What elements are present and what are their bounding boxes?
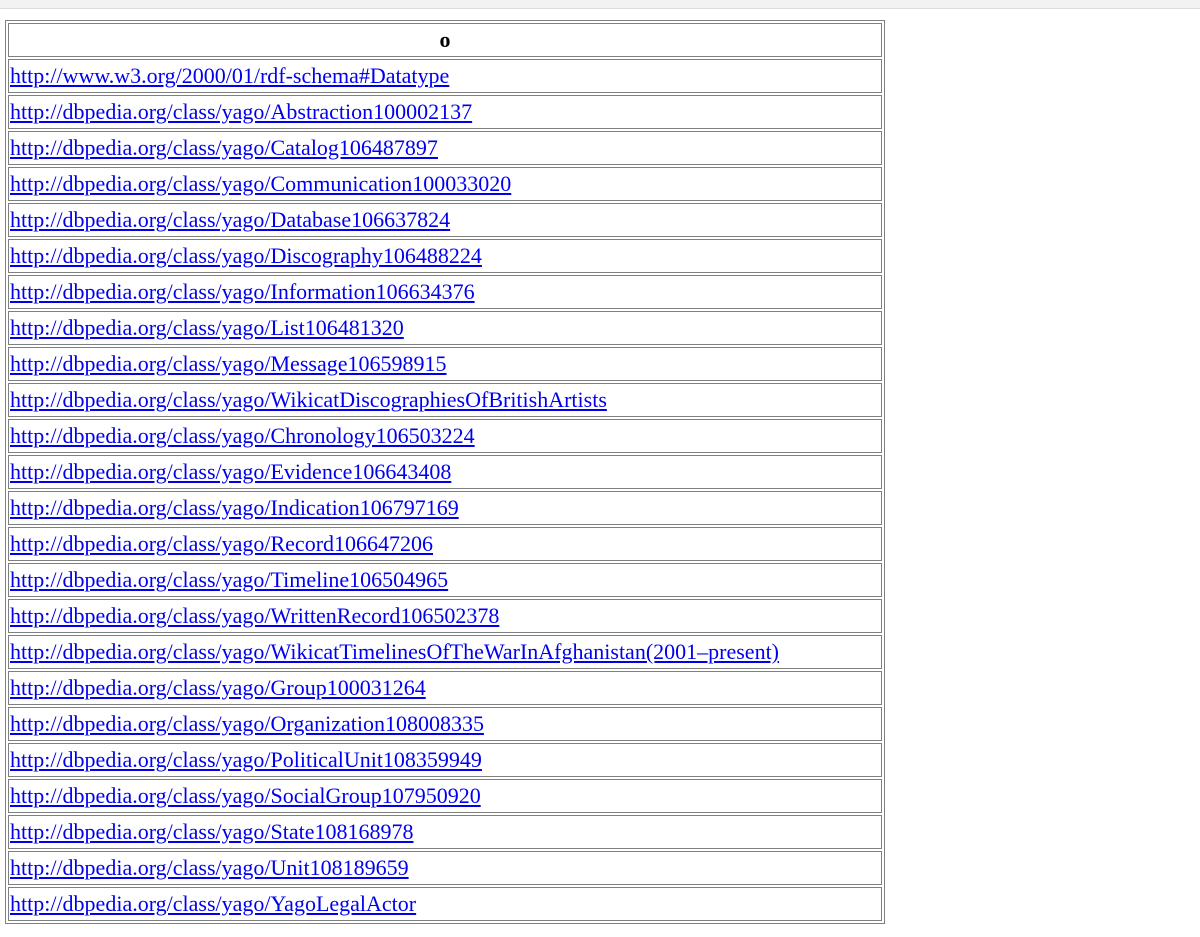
table-row: http://dbpedia.org/class/yago/WrittenRec… (8, 599, 882, 633)
uri-link[interactable]: http://dbpedia.org/class/yago/Indication… (10, 495, 459, 520)
uri-link[interactable]: http://dbpedia.org/class/yago/Evidence10… (10, 459, 451, 484)
table-cell: http://dbpedia.org/class/yago/SocialGrou… (8, 779, 882, 813)
table-row: http://dbpedia.org/class/yago/Indication… (8, 491, 882, 525)
table-row: http://dbpedia.org/class/yago/Catalog106… (8, 131, 882, 165)
table-cell: http://dbpedia.org/class/yago/Organizati… (8, 707, 882, 741)
table-cell: http://dbpedia.org/class/yago/PoliticalU… (8, 743, 882, 777)
table-row: http://dbpedia.org/class/yago/WikicatTim… (8, 635, 882, 669)
table-row: http://dbpedia.org/class/yago/Chronology… (8, 419, 882, 453)
column-header-o: o (8, 23, 882, 57)
uri-link[interactable]: http://dbpedia.org/class/yago/Group10003… (10, 675, 426, 700)
uri-link[interactable]: http://dbpedia.org/class/yago/State10816… (10, 819, 414, 844)
table-cell: http://dbpedia.org/class/yago/Informatio… (8, 275, 882, 309)
table-row: http://dbpedia.org/class/yago/Group10003… (8, 671, 882, 705)
table-row: http://dbpedia.org/class/yago/Organizati… (8, 707, 882, 741)
table-cell: http://dbpedia.org/class/yago/Chronology… (8, 419, 882, 453)
table-cell: http://dbpedia.org/class/yago/Indication… (8, 491, 882, 525)
table-row: http://dbpedia.org/class/yago/State10816… (8, 815, 882, 849)
table-cell: http://dbpedia.org/class/yago/Catalog106… (8, 131, 882, 165)
table-cell: http://dbpedia.org/class/yago/Timeline10… (8, 563, 882, 597)
uri-link[interactable]: http://dbpedia.org/class/yago/List106481… (10, 315, 404, 340)
uri-link[interactable]: http://dbpedia.org/class/yago/Timeline10… (10, 567, 448, 592)
table-cell: http://dbpedia.org/class/yago/Unit108189… (8, 851, 882, 885)
uri-link[interactable]: http://dbpedia.org/class/yago/WikicatTim… (10, 639, 779, 664)
table-row: http://www.w3.org/2000/01/rdf-schema#Dat… (8, 59, 882, 93)
table-cell: http://dbpedia.org/class/yago/WikicatTim… (8, 635, 882, 669)
table-row: http://dbpedia.org/class/yago/Record1066… (8, 527, 882, 561)
table-cell: http://dbpedia.org/class/yago/WrittenRec… (8, 599, 882, 633)
uri-link[interactable]: http://dbpedia.org/class/yago/Chronology… (10, 423, 475, 448)
table-header-row: o (8, 23, 882, 57)
table-row: http://dbpedia.org/class/yago/Communicat… (8, 167, 882, 201)
results-table: o http://www.w3.org/2000/01/rdf-schema#D… (5, 20, 885, 924)
uri-link[interactable]: http://dbpedia.org/class/yago/Database10… (10, 207, 450, 232)
table-cell: http://dbpedia.org/class/yago/Discograph… (8, 239, 882, 273)
table-row: http://dbpedia.org/class/yago/SocialGrou… (8, 779, 882, 813)
table-row: http://dbpedia.org/class/yago/YagoLegalA… (8, 887, 882, 921)
table-cell: http://dbpedia.org/class/yago/Message106… (8, 347, 882, 381)
table-row: http://dbpedia.org/class/yago/Unit108189… (8, 851, 882, 885)
table-row: http://dbpedia.org/class/yago/Timeline10… (8, 563, 882, 597)
table-row: http://dbpedia.org/class/yago/Discograph… (8, 239, 882, 273)
uri-link[interactable]: http://dbpedia.org/class/yago/SocialGrou… (10, 783, 481, 808)
table-row: http://dbpedia.org/class/yago/Evidence10… (8, 455, 882, 489)
uri-link[interactable]: http://dbpedia.org/class/yago/PoliticalU… (10, 747, 482, 772)
table-body: http://www.w3.org/2000/01/rdf-schema#Dat… (8, 59, 882, 921)
uri-link[interactable]: http://dbpedia.org/class/yago/Message106… (10, 351, 446, 376)
table-cell: http://www.w3.org/2000/01/rdf-schema#Dat… (8, 59, 882, 93)
uri-link[interactable]: http://dbpedia.org/class/yago/YagoLegalA… (10, 891, 416, 916)
uri-link[interactable]: http://dbpedia.org/class/yago/Informatio… (10, 279, 475, 304)
table-row: http://dbpedia.org/class/yago/List106481… (8, 311, 882, 345)
table-cell: http://dbpedia.org/class/yago/YagoLegalA… (8, 887, 882, 921)
table-row: http://dbpedia.org/class/yago/WikicatDis… (8, 383, 882, 417)
uri-link[interactable]: http://dbpedia.org/class/yago/Discograph… (10, 243, 482, 268)
uri-link[interactable]: http://dbpedia.org/class/yago/Record1066… (10, 531, 433, 556)
results-table-container: o http://www.w3.org/2000/01/rdf-schema#D… (5, 20, 885, 924)
table-cell: http://dbpedia.org/class/yago/Record1066… (8, 527, 882, 561)
table-cell: http://dbpedia.org/class/yago/Abstractio… (8, 95, 882, 129)
browser-top-strip (0, 0, 1200, 9)
table-cell: http://dbpedia.org/class/yago/Communicat… (8, 167, 882, 201)
uri-link[interactable]: http://www.w3.org/2000/01/rdf-schema#Dat… (10, 63, 449, 88)
uri-link[interactable]: http://dbpedia.org/class/yago/WikicatDis… (10, 387, 607, 412)
table-row: http://dbpedia.org/class/yago/PoliticalU… (8, 743, 882, 777)
uri-link[interactable]: http://dbpedia.org/class/yago/Communicat… (10, 171, 511, 196)
table-cell: http://dbpedia.org/class/yago/WikicatDis… (8, 383, 882, 417)
table-row: http://dbpedia.org/class/yago/Message106… (8, 347, 882, 381)
table-row: http://dbpedia.org/class/yago/Database10… (8, 203, 882, 237)
uri-link[interactable]: http://dbpedia.org/class/yago/Catalog106… (10, 135, 438, 160)
table-cell: http://dbpedia.org/class/yago/List106481… (8, 311, 882, 345)
table-row: http://dbpedia.org/class/yago/Informatio… (8, 275, 882, 309)
uri-link[interactable]: http://dbpedia.org/class/yago/WrittenRec… (10, 603, 499, 628)
table-cell: http://dbpedia.org/class/yago/Group10003… (8, 671, 882, 705)
table-cell: http://dbpedia.org/class/yago/State10816… (8, 815, 882, 849)
table-row: http://dbpedia.org/class/yago/Abstractio… (8, 95, 882, 129)
uri-link[interactable]: http://dbpedia.org/class/yago/Organizati… (10, 711, 484, 736)
uri-link[interactable]: http://dbpedia.org/class/yago/Unit108189… (10, 855, 409, 880)
uri-link[interactable]: http://dbpedia.org/class/yago/Abstractio… (10, 99, 472, 124)
table-cell: http://dbpedia.org/class/yago/Evidence10… (8, 455, 882, 489)
table-cell: http://dbpedia.org/class/yago/Database10… (8, 203, 882, 237)
